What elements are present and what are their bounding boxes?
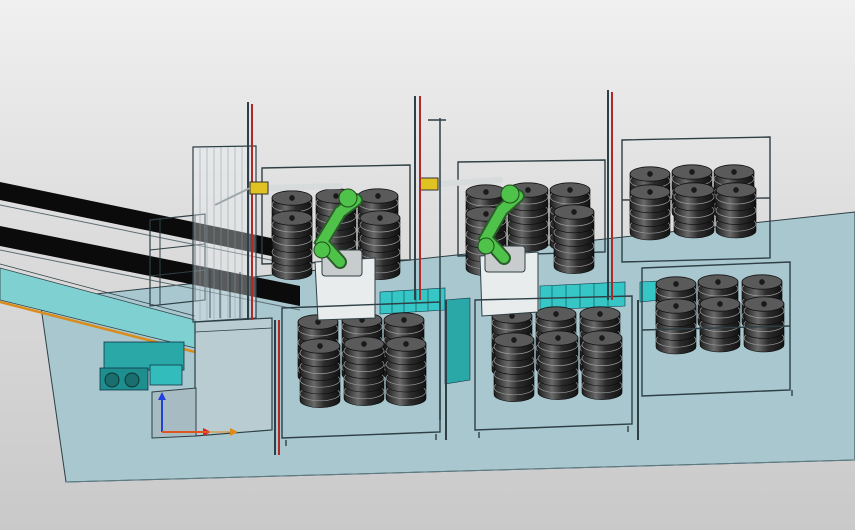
control-cabinet bbox=[194, 317, 273, 437]
safety-fence-panel bbox=[192, 102, 257, 323]
cad-3d-viewport[interactable] bbox=[0, 0, 855, 530]
drive-motor bbox=[99, 341, 185, 391]
palletizing-cell-model bbox=[0, 90, 855, 483]
